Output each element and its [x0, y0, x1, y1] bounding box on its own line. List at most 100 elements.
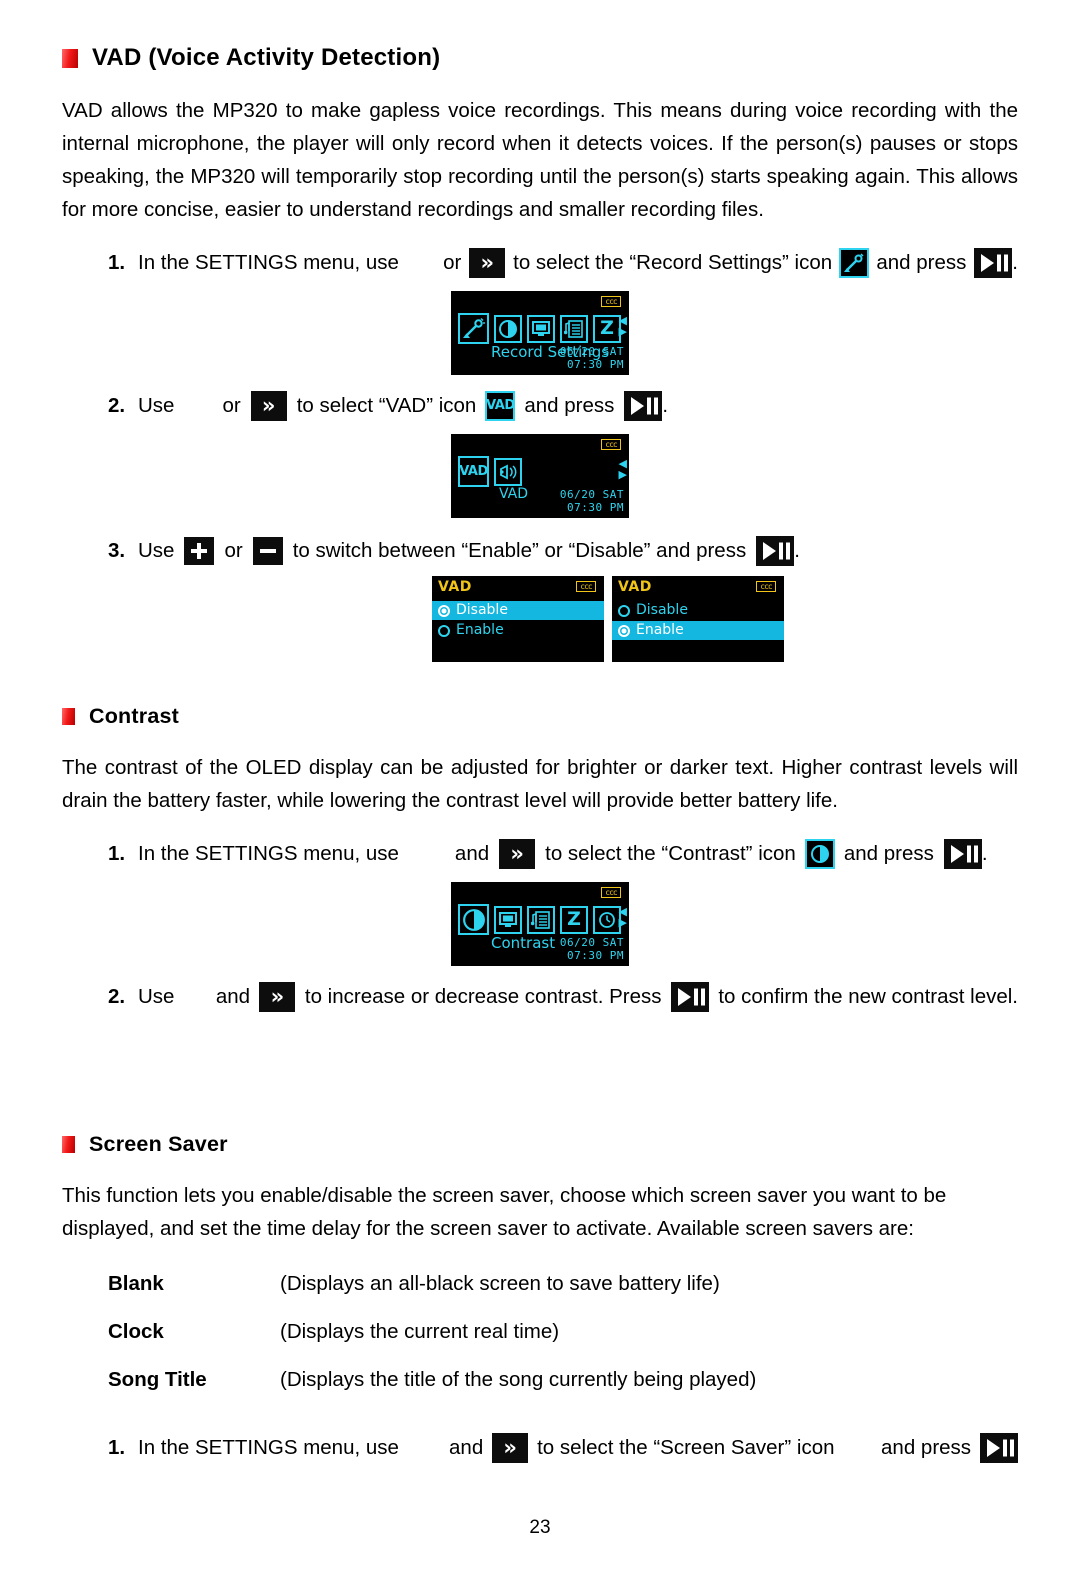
screen-saver-heading-text: Screen Saver	[89, 1132, 228, 1156]
radio-selected-icon	[438, 604, 450, 617]
fast-forward-key-icon[interactable]: »	[469, 248, 506, 278]
red-square-bullet-icon	[62, 1136, 75, 1153]
option-row-enable[interactable]: Enable	[432, 621, 604, 640]
fast-forward-key-icon[interactable]: »	[250, 391, 287, 421]
contrast-step-2-text-b: to increase or decrease contrast. Press	[304, 985, 662, 1008]
definition-term: Blank	[108, 1272, 164, 1295]
screen-date: 06/20 SAT	[559, 488, 624, 501]
vad-step-2-conjunction: or	[222, 394, 241, 417]
vad-icon-label: VAD	[459, 464, 488, 479]
definition-description: (Displays the title of the song currentl…	[280, 1368, 757, 1391]
fast-forward-key-icon[interactable]: »	[259, 982, 296, 1012]
fast-forward-key-icon[interactable]: »	[499, 839, 536, 869]
screen-saver-step-1-number: 1.	[108, 1436, 126, 1459]
radio-selected-icon	[618, 624, 630, 637]
contrast-icon[interactable]	[458, 904, 489, 935]
mic-sensitivity-icon[interactable]	[494, 457, 522, 486]
menu-icon-row: Z	[458, 313, 621, 344]
screen-saver-step-1-conjunction: and	[449, 1436, 484, 1459]
red-square-bullet-icon	[62, 708, 75, 725]
screen-label: VAD	[499, 486, 529, 502]
vad-icon[interactable]: VAD	[458, 456, 489, 487]
contrast-step-2-conjunction: and	[215, 985, 251, 1008]
display-icon[interactable]	[494, 905, 522, 934]
menu-icon-row: Z	[458, 904, 621, 935]
vad-section-heading: VAD (Voice Activity Detection)	[62, 44, 1018, 72]
definition-term: Clock	[108, 1320, 164, 1343]
option-row-enable[interactable]: Enable	[612, 621, 784, 640]
contrast-section-heading: Contrast	[62, 704, 1018, 729]
contrast-step-1-period: .	[981, 842, 988, 865]
play-pause-key-icon[interactable]	[943, 839, 982, 869]
screen-saver-section-heading: Screen Saver	[62, 1132, 1018, 1157]
contrast-step-2: 2. Use and » to increase or decrease con…	[108, 982, 1018, 1012]
screen-date: 06/20 SAT	[559, 936, 624, 949]
option-label: Enable	[456, 622, 504, 638]
contrast-step-1-text-b: to select the “Contrast” icon	[545, 842, 796, 865]
menu-icon-row: VAD	[458, 456, 522, 487]
option-label: Disable	[636, 602, 688, 618]
vad-step-2-text-b: to select “VAD” icon	[296, 394, 477, 417]
battery-icon: ccc	[756, 581, 776, 592]
screen-time: 07:30 PM	[567, 501, 624, 514]
play-pause-key-icon[interactable]	[670, 982, 709, 1012]
contrast-icon[interactable]	[494, 314, 522, 343]
playlist-icon[interactable]	[527, 905, 555, 934]
oled-screen-vad-disable: VAD ccc Disable Enable	[432, 576, 604, 662]
play-pause-key-icon[interactable]	[974, 248, 1013, 278]
contrast-heading-text: Contrast	[89, 704, 179, 728]
manual-page: VAD (Voice Activity Detection) VAD allow…	[0, 44, 1080, 1571]
screen-title: VAD	[618, 579, 652, 595]
vad-step-1-text-a: In the SETTINGS menu, use	[138, 251, 399, 274]
battery-icon: ccc	[601, 296, 621, 307]
screen-saver-paragraph: This function lets you enable/disable th…	[62, 1184, 947, 1240]
contrast-icon[interactable]	[804, 839, 835, 869]
contrast-step-2-number: 2.	[108, 985, 126, 1008]
screen-time: 07:30 PM	[567, 358, 624, 371]
vad-step-2-period: .	[662, 394, 669, 417]
play-pause-key-icon[interactable]	[624, 391, 663, 421]
definition-row: Blank (Displays an all-black screen to s…	[108, 1269, 1018, 1299]
vad-step-3-number: 3.	[108, 539, 126, 562]
contrast-step-2-text-a: Use	[138, 985, 175, 1008]
vad-step-1: 1. In the SETTINGS menu, use or » to sel…	[108, 248, 1018, 278]
battery-icon: ccc	[576, 581, 596, 592]
volume-minus-key-icon[interactable]	[252, 537, 283, 565]
screen-saver-definition-list: Blank (Displays an all-black screen to s…	[108, 1269, 1018, 1395]
option-row-disable[interactable]: Disable	[432, 601, 604, 620]
contrast-paragraph: The contrast of the OLED display can be …	[62, 756, 1018, 812]
definition-description: (Displays an all-black screen to save ba…	[280, 1272, 720, 1295]
vad-icon[interactable]: VAD	[485, 391, 516, 421]
radio-unselected-icon	[438, 624, 450, 637]
screen-title: VAD	[438, 579, 472, 595]
vad-paragraph: VAD allows the MP320 to make gapless voi…	[62, 99, 1018, 221]
vad-step-1-number: 1.	[108, 251, 126, 274]
oled-screen-record-settings: ccc Z ◀ ▶ Record Settings 06/20 SAT 07:3…	[451, 291, 629, 375]
vad-step-3-text-b: to switch between “Enable” or “Disable” …	[292, 539, 747, 562]
vad-step-2-text-c: and press	[524, 394, 615, 417]
contrast-step-1-number: 1.	[108, 842, 126, 865]
contrast-step-2-text-c: to confirm the new contrast level.	[718, 985, 1018, 1008]
play-pause-key-icon[interactable]	[756, 536, 795, 566]
display-icon[interactable]	[527, 314, 555, 343]
option-row-disable[interactable]: Disable	[612, 601, 784, 620]
record-settings-icon[interactable]	[839, 248, 870, 278]
vad-step-1-text-b: to select the “Record Settings” icon	[513, 251, 833, 274]
contrast-step-1-text-c: and press	[843, 842, 934, 865]
vad-step-3: 3. Use or to switch between “Enable” or …	[108, 536, 1018, 566]
page-number: 23	[529, 1517, 551, 1538]
sleep-z-icon[interactable]: Z	[560, 905, 588, 934]
option-label: Enable	[636, 622, 684, 638]
option-label: Disable	[456, 602, 508, 618]
contrast-step-1: 1. In the SETTINGS menu, use and » to se…	[108, 839, 1018, 869]
fast-forward-key-icon[interactable]: »	[492, 1433, 529, 1463]
play-pause-key-icon[interactable]	[979, 1433, 1018, 1463]
microphone-icon[interactable]	[458, 313, 489, 344]
oled-screen-vad-enable: VAD ccc Disable Enable	[612, 576, 784, 662]
clock-icon[interactable]	[593, 905, 621, 934]
red-square-bullet-icon	[62, 48, 78, 68]
volume-plus-key-icon[interactable]	[184, 537, 215, 565]
playlist-icon[interactable]	[560, 314, 588, 343]
screen-saver-step-1-text-c: and press	[881, 1436, 972, 1459]
sleep-z-icon[interactable]: Z	[593, 314, 621, 343]
